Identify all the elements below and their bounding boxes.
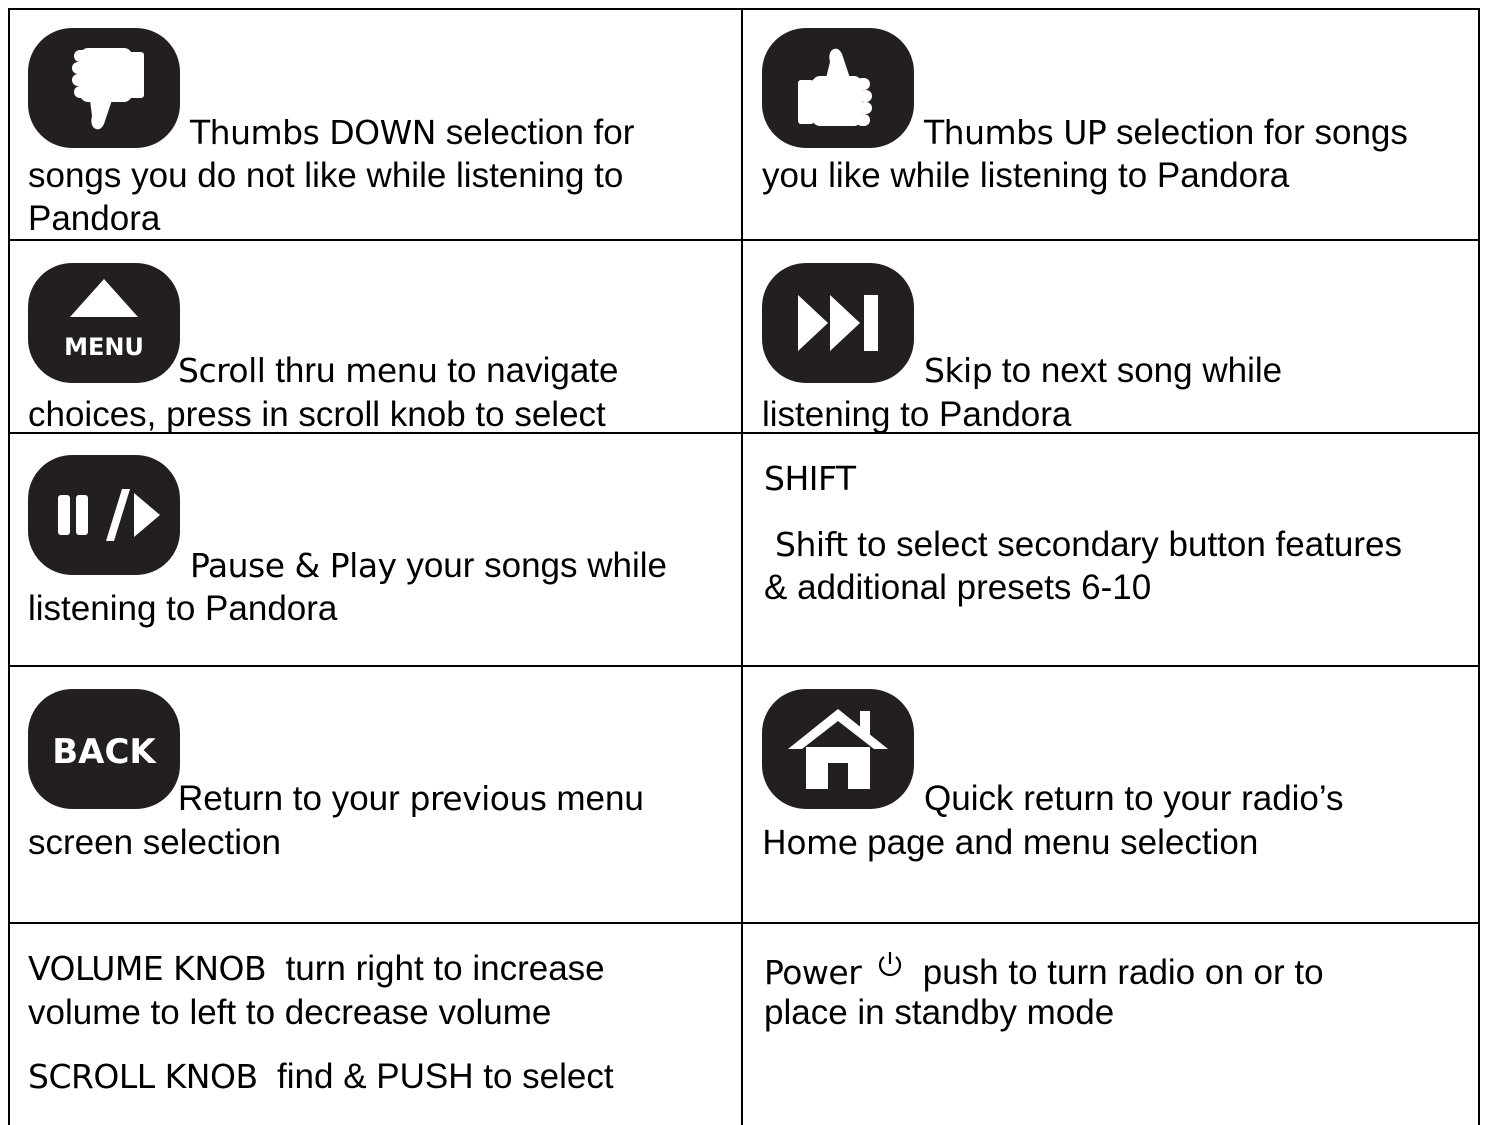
- cell-menu: MENU Scroll thru menu to navigate choice…: [8, 240, 743, 434]
- back-line-1: Return to your previous menu: [178, 779, 644, 818]
- menu-line-1: Scroll thru menu to navigate: [178, 351, 619, 390]
- power-line-2: place in standby mode: [764, 993, 1115, 1032]
- pause-play-keyword: Pause & Play: [190, 546, 397, 585]
- shift-line-2: & additional presets 6-10: [764, 568, 1152, 607]
- menu-up-arrow-icon: MENU: [28, 263, 180, 383]
- menu-icon-label: MENU: [64, 333, 144, 361]
- cell-knobs: VOLUME KNOB turn right to increase volum…: [8, 923, 743, 1125]
- power-icon: [875, 949, 905, 979]
- home-keyword: Home: [762, 823, 858, 862]
- cell-thumbs-up: Thumbs UP selection for songs you like w…: [743, 8, 1480, 240]
- thumbs-up-line-1: Thumbs UP selection for songs: [924, 113, 1408, 152]
- home-icon: [762, 689, 914, 809]
- previous-keyword: previous: [409, 779, 548, 818]
- cell-power: Power push to turn radio on or to place …: [743, 923, 1480, 1125]
- pause-play-line-2: listening to Pandora: [28, 589, 338, 628]
- pause-play-line-1: Pause & Play your songs while: [190, 546, 668, 585]
- back-icon: BACK: [28, 689, 180, 809]
- volume-knob-keyword: VOLUME KNOB: [28, 949, 267, 988]
- volume-line-2: volume to left to decrease volume: [28, 993, 552, 1032]
- back-icon-label: BACK: [52, 732, 157, 772]
- skip-line-1: Skip to next song while: [924, 351, 1283, 390]
- home-line-2: Home page and menu selection: [762, 823, 1259, 862]
- shift-line-1: Shift to select secondary button feature…: [775, 525, 1403, 564]
- cell-shift: SHIFT Shift to select secondary button f…: [743, 433, 1480, 666]
- thumbs-down-line-3: Pandora: [28, 199, 161, 238]
- shift-keyword: Shift: [775, 525, 848, 564]
- scroll-keyword: Scroll: [178, 351, 266, 390]
- skip-line-2: listening to Pandora: [762, 395, 1072, 434]
- cell-skip: Skip to next song while listening to Pan…: [743, 240, 1480, 434]
- shift-heading: SHIFT: [764, 459, 856, 498]
- controls-reference-table: Thumbs DOWN selection for songs you do n…: [8, 8, 1480, 1125]
- pause-play-icon: [28, 455, 180, 575]
- menu-keyword: menu: [345, 351, 438, 390]
- cell-home: Quick return to your radio’s Home page a…: [743, 666, 1480, 923]
- menu-line-2: choices, press in scroll knob to select: [28, 395, 606, 434]
- scroll-knob-keyword: SCROLL KNOB: [28, 1057, 258, 1096]
- back-line-2: screen selection: [28, 823, 281, 862]
- skip-next-icon: [762, 263, 914, 383]
- cell-pause-play: Pause & Play your songs while listening …: [8, 433, 743, 666]
- thumbs-up-keyword: Thumbs UP: [924, 113, 1107, 152]
- thumbs-down-line-2: songs you do not like while listening to: [28, 156, 624, 195]
- home-line-1: Quick return to your radio’s: [924, 779, 1344, 818]
- scroll-knob-line: SCROLL KNOB find & PUSH to select: [28, 1057, 614, 1096]
- thumbs-down-line-1: Thumbs DOWN selection for: [190, 113, 635, 152]
- power-line-1: Power push to turn radio on or to: [764, 949, 1324, 993]
- thumbs-up-line-2: you like while listening to Pandora: [762, 156, 1290, 195]
- thumbs-down-keyword: Thumbs DOWN: [190, 113, 436, 152]
- volume-line-1: VOLUME KNOB turn right to increase: [28, 949, 605, 988]
- cell-back: BACK Return to your previous menu screen…: [8, 666, 743, 923]
- power-keyword: Power: [764, 953, 862, 992]
- thumbs-up-icon: [762, 28, 914, 148]
- cell-thumbs-down: Thumbs DOWN selection for songs you do n…: [8, 8, 743, 240]
- skip-keyword: Skip: [924, 351, 993, 390]
- thumbs-down-icon: [28, 28, 180, 148]
